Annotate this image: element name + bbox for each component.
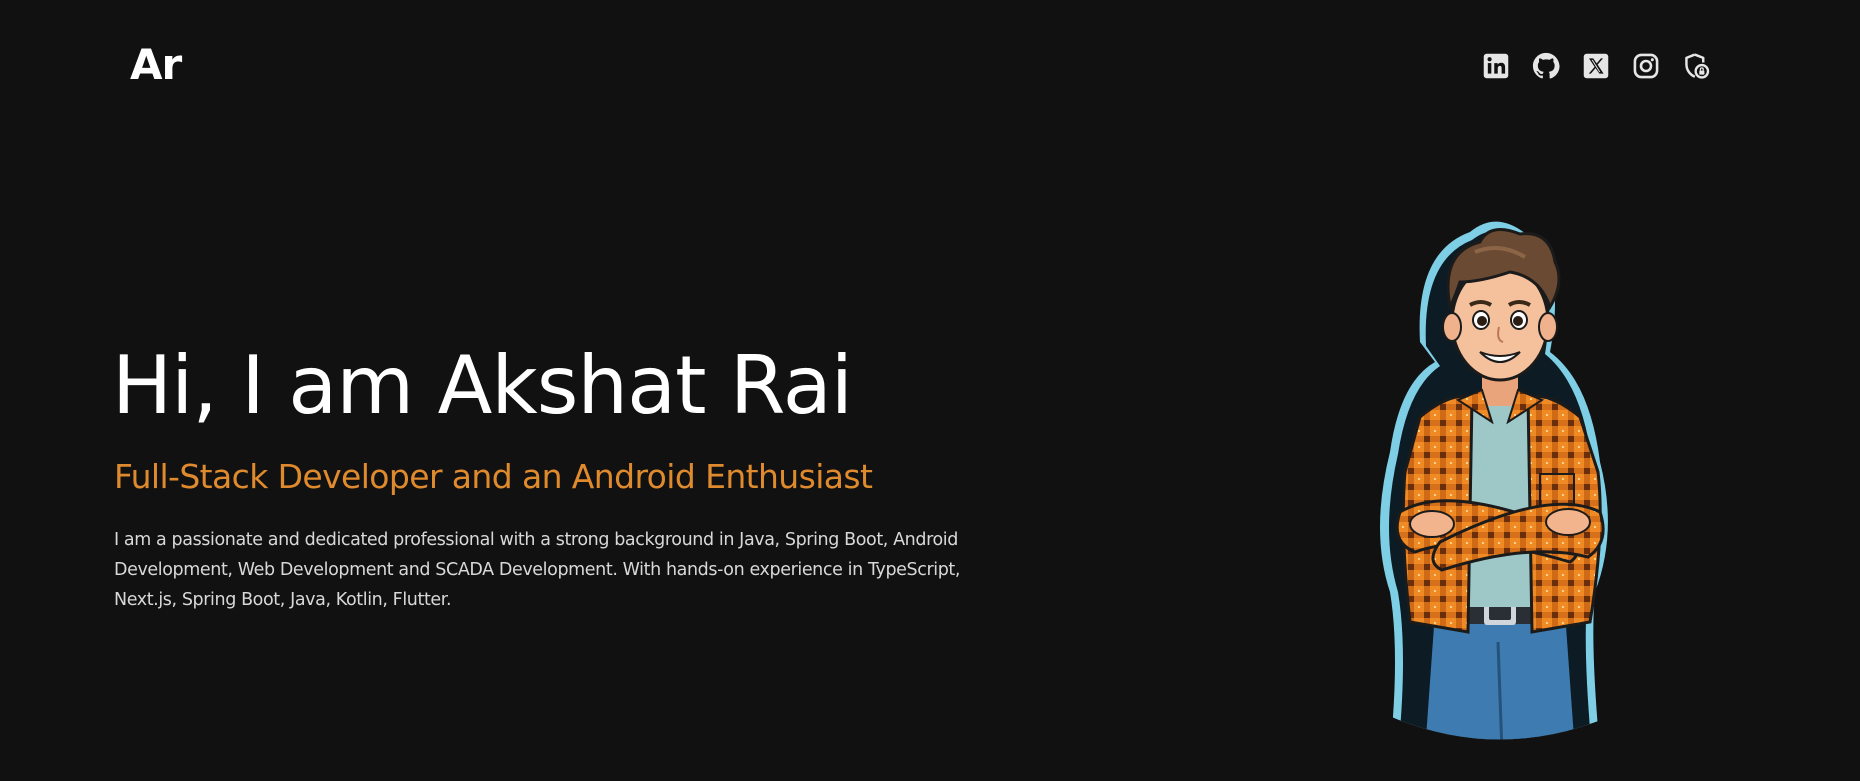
site-logo[interactable]: Ar — [130, 40, 182, 90]
github-icon — [1532, 52, 1560, 79]
github-link[interactable] — [1532, 52, 1560, 80]
portfolio-page: Ar Hi, I am Akshat Rai Full-Stack Develo… — [0, 0, 1860, 781]
social-links — [1482, 52, 1710, 80]
instagram-icon — [1633, 53, 1659, 79]
hero-subtitle: Full-Stack Developer and an Android Enth… — [114, 457, 873, 496]
cartoon-avatar-image — [1380, 221, 1608, 740]
x-link[interactable] — [1582, 52, 1610, 80]
privacy-shield-icon — [1685, 53, 1710, 79]
linkedin-icon — [1483, 53, 1509, 79]
hero-description: I am a passionate and dedicated professi… — [114, 530, 961, 610]
instagram-link[interactable] — [1632, 52, 1660, 80]
x-icon — [1583, 53, 1609, 79]
privacy-link[interactable] — [1682, 52, 1710, 80]
hero-title: Hi, I am Akshat Rai — [112, 339, 853, 432]
linkedin-link[interactable] — [1482, 52, 1510, 80]
